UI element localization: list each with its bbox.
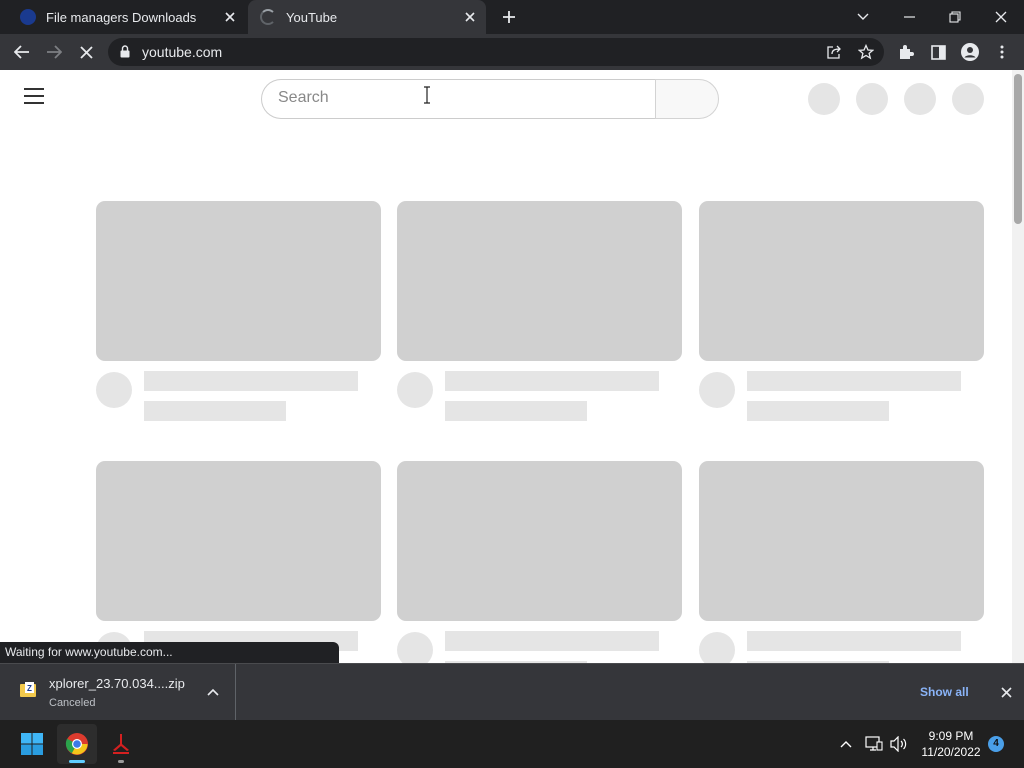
text-cursor-icon xyxy=(422,86,432,104)
zip-file-icon: Z xyxy=(20,682,36,698)
channel-avatar-placeholder xyxy=(699,632,735,663)
thumbnail-placeholder xyxy=(699,461,984,621)
meta-placeholder xyxy=(144,401,286,421)
bookmark-star-icon[interactable] xyxy=(852,38,880,66)
address-bar[interactable]: youtube.com xyxy=(108,38,884,66)
channel-avatar-placeholder xyxy=(96,372,132,408)
youtube-page xyxy=(0,70,1012,663)
tab-strip: File managers Downloads YouTube xyxy=(0,0,1024,34)
network-icon[interactable] xyxy=(864,734,884,754)
title-placeholder xyxy=(747,371,961,391)
header-button-placeholder[interactable] xyxy=(856,83,888,115)
meta-placeholder xyxy=(747,401,889,421)
scrollbar-thumb[interactable] xyxy=(1014,74,1022,224)
title-placeholder xyxy=(144,371,358,391)
profile-avatar-icon[interactable] xyxy=(956,38,984,66)
channel-avatar-placeholder xyxy=(397,372,433,408)
running-app-indicator xyxy=(118,760,124,763)
hamburger-menu-icon[interactable] xyxy=(24,88,48,108)
close-tab-icon[interactable] xyxy=(220,7,240,27)
loading-spinner-icon xyxy=(260,9,276,25)
lock-icon[interactable] xyxy=(120,45,130,63)
back-button[interactable] xyxy=(8,38,36,66)
svg-text:Z: Z xyxy=(27,684,32,693)
title-placeholder xyxy=(445,631,659,651)
download-filename: xplorer_23.70.034....zip xyxy=(49,676,185,691)
url-text[interactable]: youtube.com xyxy=(142,38,222,66)
tab-file-managers[interactable]: File managers Downloads xyxy=(8,0,246,34)
system-clock[interactable]: 9:09 PM 11/20/2022 xyxy=(916,728,986,760)
tab-title: File managers Downloads xyxy=(46,9,197,25)
minimize-button[interactable] xyxy=(886,0,932,34)
volume-icon[interactable] xyxy=(889,734,909,754)
thumbnail-placeholder xyxy=(397,201,682,361)
stop-loading-button[interactable] xyxy=(72,38,100,66)
new-tab-button[interactable] xyxy=(499,7,519,27)
chrome-taskbar-icon[interactable] xyxy=(57,724,97,764)
search-input[interactable] xyxy=(278,89,638,107)
meta-placeholder xyxy=(445,401,587,421)
site-favicon-icon xyxy=(20,9,36,25)
extensions-puzzle-icon[interactable] xyxy=(892,38,920,66)
red-app-taskbar-icon[interactable] xyxy=(101,724,141,764)
download-item[interactable]: Z xplorer_23.70.034....zip Canceled xyxy=(0,664,236,720)
show-hidden-icons-chevron-icon[interactable] xyxy=(836,734,856,754)
windows-start-icon[interactable] xyxy=(12,724,52,764)
thumbnail-placeholder xyxy=(699,201,984,361)
search-button[interactable] xyxy=(655,79,719,119)
thumbnail-placeholder xyxy=(96,461,381,621)
close-shelf-icon[interactable] xyxy=(996,682,1016,702)
title-placeholder xyxy=(747,631,961,651)
channel-avatar-placeholder xyxy=(397,632,433,663)
share-icon[interactable] xyxy=(820,38,848,66)
clock-date: 11/20/2022 xyxy=(921,745,981,759)
header-button-placeholder[interactable] xyxy=(952,83,984,115)
search-box[interactable] xyxy=(261,79,656,119)
header-button-placeholder[interactable] xyxy=(904,83,936,115)
status-bubble: Waiting for www.youtube.com... xyxy=(0,642,339,663)
side-panel-icon[interactable] xyxy=(924,38,952,66)
download-status: Canceled xyxy=(49,697,96,709)
thumbnail-placeholder xyxy=(397,461,682,621)
windows-taskbar: 9:09 PM 11/20/2022 4 xyxy=(0,720,1024,768)
page-scrollbar[interactable] xyxy=(1012,70,1024,663)
tab-youtube[interactable]: YouTube xyxy=(248,0,486,34)
chevron-up-icon[interactable] xyxy=(204,683,222,701)
header-button-placeholder[interactable] xyxy=(808,83,840,115)
download-shelf: Z xplorer_23.70.034....zip Canceled Show… xyxy=(0,663,1024,720)
forward-button[interactable] xyxy=(40,38,68,66)
close-window-button[interactable] xyxy=(978,0,1024,34)
show-all-downloads-link[interactable]: Show all xyxy=(912,681,977,703)
restore-button[interactable] xyxy=(932,0,978,34)
channel-avatar-placeholder xyxy=(699,372,735,408)
close-tab-icon[interactable] xyxy=(460,7,480,27)
tab-title: YouTube xyxy=(286,9,338,25)
chrome-menu-icon[interactable] xyxy=(988,38,1016,66)
notification-badge[interactable]: 4 xyxy=(988,736,1004,752)
thumbnail-placeholder xyxy=(96,201,381,361)
active-app-indicator xyxy=(69,760,85,763)
browser-toolbar: youtube.com xyxy=(0,34,1024,70)
clock-time: 9:09 PM xyxy=(928,729,974,743)
tab-search-chevron-icon[interactable] xyxy=(840,0,886,34)
title-placeholder xyxy=(445,371,659,391)
